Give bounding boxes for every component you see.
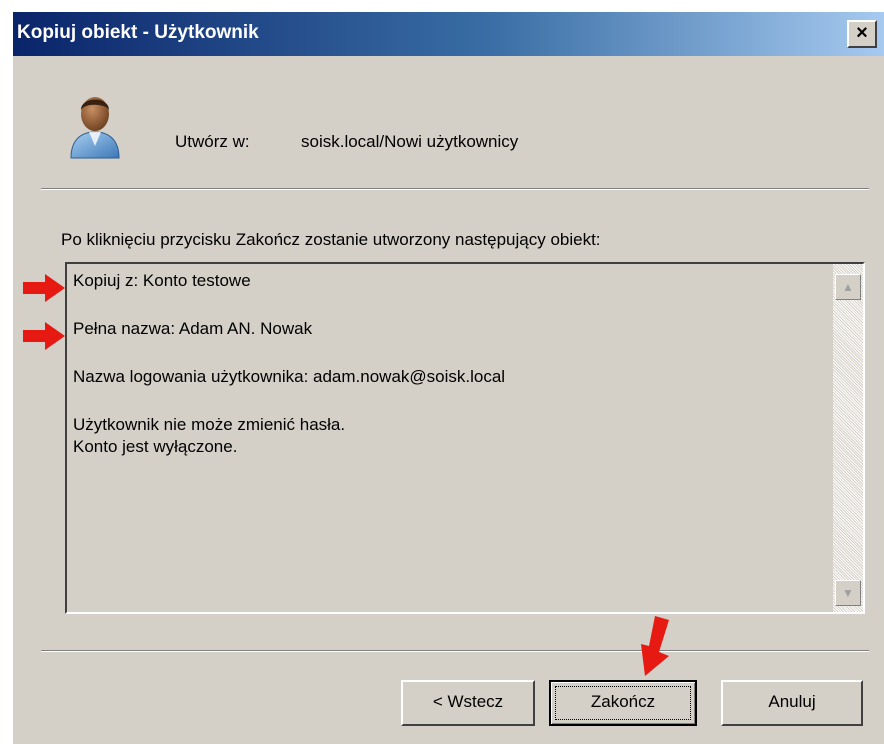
copy-from-line: Kopiuj z: Konto testowe — [73, 271, 251, 290]
scroll-up-icon: ▲ — [842, 280, 854, 294]
scroll-down-button[interactable]: ▼ — [835, 580, 861, 606]
scroll-down-icon: ▼ — [842, 586, 854, 600]
vertical-scrollbar[interactable]: ▲ ▼ — [833, 264, 863, 612]
account-disabled-line: Konto jest wyłączone. — [73, 437, 238, 456]
window-title: Kopiuj obiekt - Użytkownik — [17, 22, 259, 43]
dialog-window: Kopiuj obiekt - Użytkownik × Utwórz w: s… — [12, 12, 884, 744]
focus-ring — [555, 686, 691, 720]
intro-text: Po kliknięciu przycisku Zakończ zostanie… — [61, 230, 601, 249]
annotation-arrow-full-name — [23, 322, 65, 350]
title-bar[interactable]: Kopiuj obiekt - Użytkownik × — [13, 12, 884, 56]
cancel-button[interactable]: Anuluj — [721, 680, 863, 726]
create-in-path: soisk.local/Nowi użytkownicy — [301, 132, 519, 151]
footer-separator — [41, 650, 869, 652]
scroll-up-button[interactable]: ▲ — [835, 274, 861, 300]
summary-content: Kopiuj z: Konto testowe Pełna nazwa: Ada… — [73, 268, 813, 458]
header-separator — [41, 188, 869, 190]
annotation-arrow-finish — [641, 616, 669, 676]
close-icon: × — [856, 22, 868, 44]
logon-name-line: Nazwa logowania użytkownika: adam.nowak@… — [73, 367, 506, 386]
user-icon — [70, 97, 120, 159]
annotation-arrow-copy-from — [23, 274, 65, 302]
summary-textbox[interactable]: Kopiuj z: Konto testowe Pełna nazwa: Ada… — [65, 262, 865, 614]
create-in-label: Utwórz w: — [175, 132, 250, 151]
cannot-change-password-line: Użytkownik nie może zmienić hasła. — [73, 415, 346, 434]
close-button[interactable]: × — [847, 20, 877, 48]
finish-button[interactable]: Zakończ — [549, 680, 697, 726]
back-button[interactable]: < Wstecz — [401, 680, 535, 726]
full-name-line: Pełna nazwa: Adam AN. Nowak — [73, 319, 313, 338]
